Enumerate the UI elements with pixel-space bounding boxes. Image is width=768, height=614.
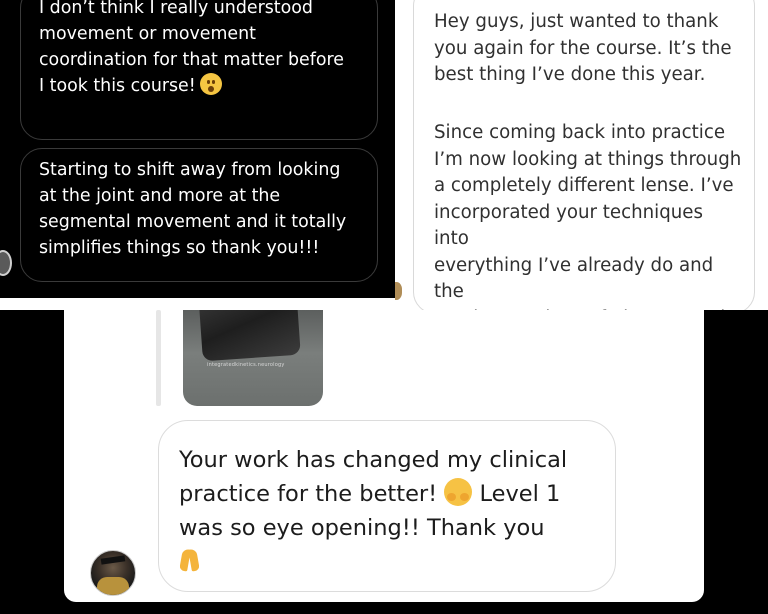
graduation-cap-icon <box>100 555 126 565</box>
avatar[interactable] <box>395 282 402 300</box>
message-text: I don’t think I really understood moveme… <box>39 0 344 96</box>
folded-hands-emoji-icon <box>179 547 201 573</box>
surprised-face-emoji-icon <box>199 73 222 95</box>
chat-window: integratedkinetics.neurology Your work h… <box>64 310 704 602</box>
story-reply-thumbnail[interactable]: integratedkinetics.neurology <box>183 310 323 406</box>
hugging-face-emoji-icon <box>444 478 473 506</box>
story-image <box>199 310 301 362</box>
reply-indicator-line <box>156 310 161 406</box>
message-bubble[interactable]: Hey guys, just wanted to thank you again… <box>413 0 755 310</box>
message-text: Hey guys, just wanted to thank you again… <box>434 11 732 85</box>
message-bubble[interactable]: I don’t think I really understood moveme… <box>20 0 378 140</box>
message-bubble[interactable]: Your work has changed my clinical practi… <box>158 420 616 592</box>
message-text: Since coming back into practice I’m now … <box>434 122 742 310</box>
story-caption: integratedkinetics.neurology <box>207 362 285 368</box>
message-bubble[interactable]: Starting to shift away from looking at t… <box>20 148 378 282</box>
avatar[interactable] <box>90 550 136 596</box>
message-text: Starting to shift away from looking at t… <box>39 160 347 258</box>
dark-chat-panel: I don’t think I really understood moveme… <box>0 0 395 298</box>
light-chat-panel: Hey guys, just wanted to thank you again… <box>395 0 768 310</box>
bottom-chat-panel: integratedkinetics.neurology Your work h… <box>0 310 768 614</box>
avatar[interactable] <box>0 250 12 276</box>
